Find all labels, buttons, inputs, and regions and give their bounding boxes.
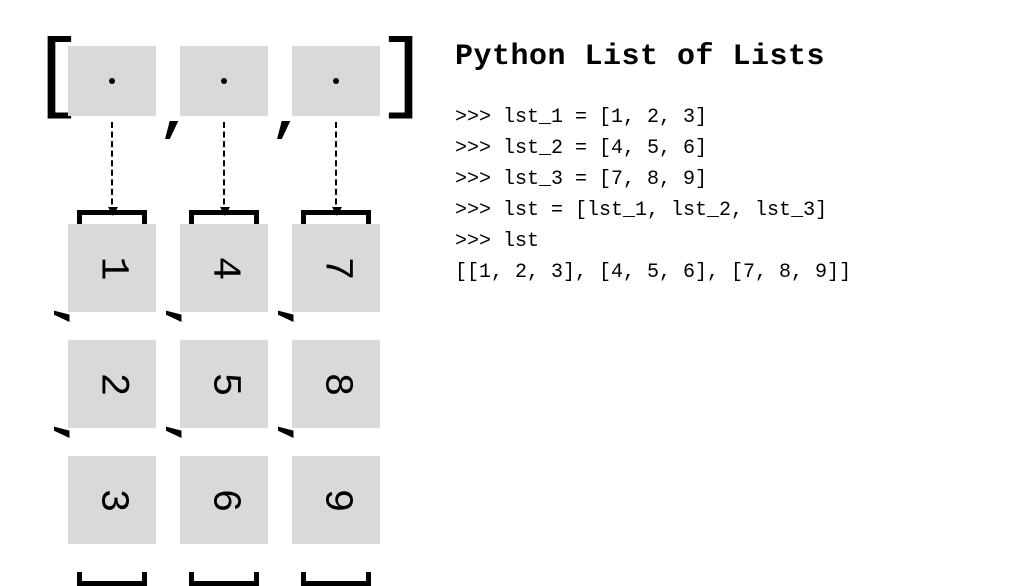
inner-list-column: 7, 8, 9 (292, 224, 380, 572)
code-text: lst_3 = [7, 8, 9] (503, 168, 707, 191)
list-item: 4, (180, 224, 268, 312)
code-line: >>> lst (455, 226, 1004, 257)
list-item: 8, (292, 340, 380, 428)
code-text: lst (503, 230, 539, 253)
cell-value: 6 (201, 488, 246, 512)
repl-prompt: >>> (455, 230, 503, 253)
cell-value: 2 (89, 372, 134, 396)
list-item: 5, (180, 340, 268, 428)
bracket-close-icon (189, 572, 259, 586)
repl-prompt: >>> (455, 199, 503, 222)
repl-prompt: >>> (455, 106, 503, 129)
code-line: >>> lst = [lst_1, lst_2, lst_3] (455, 195, 1004, 226)
cell-value: 3 (89, 488, 134, 512)
list-item: 6 (180, 456, 268, 544)
list-item: 2, (68, 340, 156, 428)
outer-list-slot (68, 46, 156, 116)
comma-separator: , (271, 421, 325, 450)
pointer-dot-icon (333, 78, 339, 84)
code-line: >>> lst_2 = [4, 5, 6] (455, 133, 1004, 164)
pointer-dot-icon (221, 78, 227, 84)
code-output: [[1, 2, 3], [4, 5, 6], [7, 8, 9]] (455, 257, 1004, 288)
page-title: Python List of Lists (455, 40, 1004, 74)
comma-separator: , (47, 305, 101, 334)
repl-prompt: >>> (455, 168, 503, 191)
code-text: lst_1 = [1, 2, 3] (503, 106, 707, 129)
bracket-close-icon: ] (377, 34, 430, 122)
bracket-open-icon (301, 210, 371, 224)
list-item: 7, (292, 224, 380, 312)
code-text: lst_2 = [4, 5, 6] (503, 137, 707, 160)
cell-value: 9 (313, 488, 358, 512)
comma-separator: , (271, 305, 325, 334)
code-text: lst = [lst_1, lst_2, lst_3] (503, 199, 827, 222)
bracket-close-icon (77, 572, 147, 586)
cell-value: 8 (313, 372, 358, 396)
list-item: 3 (68, 456, 156, 544)
cell-value: 1 (89, 256, 134, 280)
inner-list-column: 1, 2, 3 (68, 224, 156, 572)
diagram: [ , , ] 1, 2, 3 4, 5, 6 7, 8, 9 (40, 40, 420, 130)
cell-value: 4 (201, 256, 246, 280)
comma-separator: , (159, 421, 213, 450)
cell-value: 5 (201, 372, 246, 396)
comma-separator: , (47, 421, 101, 450)
bracket-close-icon (301, 572, 371, 586)
outer-list-row: [ , , ] (40, 40, 420, 130)
arrow-icon (223, 122, 225, 214)
pointer-dot-icon (109, 78, 115, 84)
arrow-icon (335, 122, 337, 214)
bracket-open-icon (77, 210, 147, 224)
list-item: 1, (68, 224, 156, 312)
inner-list-column: 4, 5, 6 (180, 224, 268, 572)
outer-list-slot (180, 46, 268, 116)
list-item: 9 (292, 456, 380, 544)
repl-prompt: >>> (455, 137, 503, 160)
code-panel: Python List of Lists >>> lst_1 = [1, 2, … (455, 40, 1004, 288)
cell-value: 7 (313, 256, 358, 280)
code-line: >>> lst_1 = [1, 2, 3] (455, 102, 1004, 133)
bracket-open-icon (189, 210, 259, 224)
comma-separator: , (159, 305, 213, 334)
arrow-icon (111, 122, 113, 214)
code-line: >>> lst_3 = [7, 8, 9] (455, 164, 1004, 195)
outer-list-slot (292, 46, 380, 116)
